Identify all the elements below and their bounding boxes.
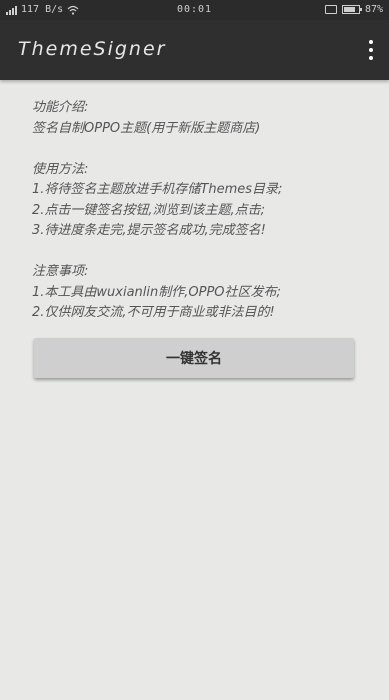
status-right: 87% <box>324 4 383 15</box>
usage-heading: 使用方法: <box>32 161 89 177</box>
intro-heading: 功能介绍: <box>32 100 89 115</box>
battery-icon <box>341 5 362 14</box>
status-bar: 117 B/s 00:01 87% <box>0 0 389 20</box>
notes-heading: 注意事项: <box>32 264 89 279</box>
usage-step: 2.点击一键签名按钮,浏览到该主题,点击; <box>32 202 266 218</box>
app-bar: ThemeSigner <box>0 20 389 80</box>
cast-icon <box>324 5 337 14</box>
note-item: 2.仅供网友交流,不可用于商业或非法目的! <box>32 305 275 320</box>
note-item: 1.本工具由wuxianlin制作,OPPO社区发布; <box>32 284 281 300</box>
app-title: ThemeSigner <box>18 38 167 60</box>
overflow-menu-icon[interactable] <box>365 40 377 60</box>
one-click-sign-button[interactable]: 一键签名 <box>34 338 354 378</box>
instructions: 功能介绍: 签名自制OPPO主题(用于新版主题商店) 使用方法: 1.将待签名主… <box>32 98 362 324</box>
intro-text: 签名自制OPPO主题(用于新版主题商店) <box>32 120 261 136</box>
usage-step: 3.待进度条走完,提示签名成功,完成签名! <box>32 223 266 238</box>
battery-percent: 87% <box>364 4 383 15</box>
usage-step: 1.将待签名主题放进手机存储Themes目录; <box>32 182 283 197</box>
